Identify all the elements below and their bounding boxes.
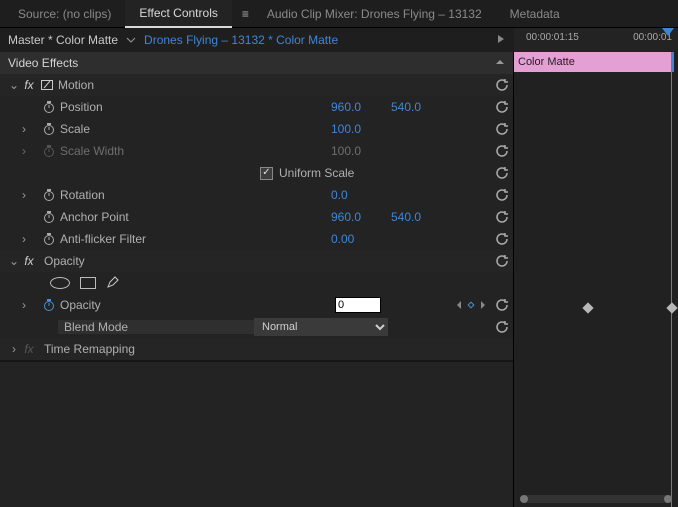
reset-blend[interactable] bbox=[491, 320, 513, 334]
position-y[interactable]: 540.0 bbox=[391, 100, 451, 114]
stopwatch-position[interactable] bbox=[40, 100, 58, 114]
rotation-label: Rotation bbox=[58, 188, 331, 202]
fx-toggle-time-remap[interactable]: fx bbox=[20, 342, 38, 356]
motion-title: Motion bbox=[56, 78, 491, 92]
twirl-opacity-prop[interactable]: › bbox=[18, 298, 30, 312]
keyframe-2[interactable] bbox=[666, 302, 677, 313]
tab-metadata[interactable]: Metadata bbox=[496, 1, 574, 27]
anchor-label: Anchor Point bbox=[58, 210, 331, 224]
reset-anchor[interactable] bbox=[491, 210, 513, 224]
rotation-value[interactable]: 0.0 bbox=[331, 188, 391, 202]
reset-uniform[interactable] bbox=[491, 166, 513, 180]
breadcrumb: Master * Color Matte Drones Flying – 131… bbox=[0, 28, 514, 52]
twirl-time-remap[interactable]: › bbox=[8, 342, 20, 356]
uniform-scale-label: Uniform Scale bbox=[273, 166, 354, 180]
tab-source[interactable]: Source: (no clips) bbox=[4, 1, 125, 27]
play-icon[interactable] bbox=[496, 33, 506, 47]
clip-bar[interactable]: Color Matte bbox=[514, 52, 674, 72]
opacity-title: Opacity bbox=[38, 254, 491, 268]
reset-motion[interactable] bbox=[491, 78, 513, 92]
twirl-rotation[interactable]: › bbox=[18, 188, 30, 202]
scalew-value: 100.0 bbox=[331, 144, 391, 158]
stopwatch-anchor[interactable] bbox=[40, 210, 58, 224]
time-remap-title: Time Remapping bbox=[38, 342, 513, 356]
blend-mode-label: Blend Mode bbox=[58, 320, 254, 334]
panel-menu-icon[interactable]: ≡ bbox=[238, 7, 253, 21]
anchor-y[interactable]: 540.0 bbox=[391, 210, 451, 224]
chevron-down-icon[interactable] bbox=[126, 35, 136, 45]
tab-audio-mixer[interactable]: Audio Clip Mixer: Drones Flying – 13132 bbox=[253, 1, 496, 27]
flicker-label: Anti-flicker Filter bbox=[58, 232, 331, 246]
reset-position[interactable] bbox=[491, 100, 513, 114]
position-label: Position bbox=[58, 100, 331, 114]
timeline-ruler[interactable]: 00:00:01:15 00:00:01 bbox=[514, 28, 678, 52]
reset-flicker[interactable] bbox=[491, 232, 513, 246]
stopwatch-rotation[interactable] bbox=[40, 188, 58, 202]
collapse-icon[interactable] bbox=[495, 56, 505, 70]
scale-label: Scale bbox=[58, 122, 331, 136]
twirl-scalew: › bbox=[18, 144, 30, 158]
keyframe-nav[interactable] bbox=[451, 300, 491, 310]
stopwatch-flicker[interactable] bbox=[40, 232, 58, 246]
scale-value[interactable]: 100.0 bbox=[331, 122, 391, 136]
stopwatch-scalew bbox=[40, 144, 58, 158]
reset-scale[interactable] bbox=[491, 122, 513, 136]
twirl-motion[interactable]: ⌄ bbox=[8, 78, 20, 92]
stopwatch-scale[interactable] bbox=[40, 122, 58, 136]
opacity-prop-label: Opacity bbox=[58, 298, 335, 312]
reset-scalew[interactable] bbox=[491, 144, 513, 158]
reset-opacity-group[interactable] bbox=[491, 254, 513, 268]
section-video-effects: Video Effects bbox=[0, 52, 513, 74]
tab-effect-controls[interactable]: Effect Controls bbox=[125, 0, 231, 28]
flicker-value[interactable]: 0.00 bbox=[331, 232, 391, 246]
position-x[interactable]: 960.0 bbox=[331, 100, 391, 114]
motion-box-icon[interactable] bbox=[38, 78, 56, 92]
anchor-x[interactable]: 960.0 bbox=[331, 210, 391, 224]
mask-pen-icon[interactable] bbox=[106, 275, 120, 292]
reset-opacity-prop[interactable] bbox=[491, 298, 513, 312]
keyframe-1[interactable] bbox=[582, 302, 593, 313]
blend-mode-select[interactable]: Normal bbox=[254, 318, 388, 336]
twirl-flicker[interactable]: › bbox=[18, 232, 30, 246]
breadcrumb-master: Master * Color Matte bbox=[8, 33, 118, 47]
playhead-handle[interactable] bbox=[662, 28, 674, 36]
panel-tabs: Source: (no clips) Effect Controls ≡ Aud… bbox=[0, 0, 678, 28]
fx-toggle-motion[interactable]: fx bbox=[20, 78, 38, 92]
timecode-1: 00:00:01:15 bbox=[526, 32, 579, 43]
uniform-scale-checkbox[interactable] bbox=[260, 167, 273, 180]
fx-toggle-opacity[interactable]: fx bbox=[20, 254, 38, 268]
stopwatch-opacity-prop[interactable] bbox=[40, 298, 58, 312]
playhead-line bbox=[671, 52, 672, 507]
twirl-scale[interactable]: › bbox=[18, 122, 30, 136]
mask-rect-icon[interactable] bbox=[80, 277, 96, 289]
scalew-label: Scale Width bbox=[58, 144, 331, 158]
reset-rotation[interactable] bbox=[491, 188, 513, 202]
twirl-opacity[interactable]: ⌄ bbox=[8, 254, 20, 268]
breadcrumb-clip[interactable]: Drones Flying – 13132 * Color Matte bbox=[144, 33, 338, 47]
opacity-value-input[interactable] bbox=[335, 297, 381, 313]
timeline-pane[interactable]: Color Matte bbox=[514, 52, 678, 507]
timeline-scrollbar[interactable] bbox=[520, 495, 672, 503]
mask-ellipse-icon[interactable] bbox=[50, 277, 70, 289]
